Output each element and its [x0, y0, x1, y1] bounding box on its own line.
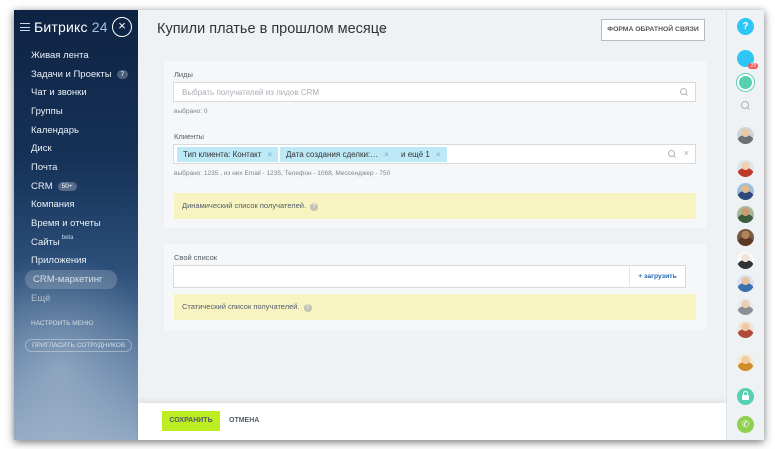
sidebar-menu: Живая лента Задачи и Проекты 7 Чат и звон… — [25, 46, 129, 308]
avatar[interactable] — [737, 354, 754, 371]
beta-label: beta — [61, 235, 74, 242]
right-bar: ? ✆ — [726, 10, 764, 440]
configure-menu-link[interactable]: настроить меню — [31, 320, 93, 327]
search-icon[interactable] — [667, 149, 677, 159]
sidebar-item-chat[interactable]: Чат и звонки — [31, 83, 128, 102]
filter-tag-deal-date[interactable]: Дата создания сделки:… × — [280, 147, 395, 162]
sidebar-item-groups[interactable]: Группы — [31, 102, 128, 121]
search-icon[interactable] — [679, 87, 689, 97]
filter-tag-client-type[interactable]: Тип клиента: Контакт × — [177, 147, 279, 162]
sidebar-item-label: Чат и звонки — [31, 87, 87, 99]
save-button[interactable]: Сохранить — [162, 411, 220, 431]
sidebar-item-tasks[interactable]: Задачи и Проекты 7 — [31, 65, 129, 84]
note-text: Динамический список получателей. — [182, 201, 307, 210]
clients-selected-count: выбрано: 1235 , из них Email - 1235, Тел… — [174, 170, 391, 177]
remove-tag-icon[interactable]: × — [384, 150, 389, 159]
open-lines-icon[interactable] — [737, 74, 754, 91]
leads-selected-count: выбрано: 0 — [174, 108, 208, 115]
edit-title-pencil-icon[interactable]: ✎ — [379, 25, 389, 35]
leads-selector-field[interactable]: Выбрать получателей из лидов CRM — [173, 82, 696, 102]
avatar[interactable] — [737, 127, 754, 144]
avatar[interactable] — [737, 252, 754, 269]
sidebar-item-time-reports[interactable]: Время и отчеты — [31, 214, 128, 233]
clients-label: Клиенты — [174, 132, 205, 141]
dynamic-list-note: Динамический список получателей.? — [174, 193, 696, 219]
help-hint-icon[interactable]: ? — [303, 304, 312, 312]
menu-burger-icon[interactable] — [20, 23, 30, 31]
upload-button[interactable]: + загрузить — [629, 266, 685, 288]
logo-row: Битрикс 24 — [20, 18, 108, 36]
left-sidebar: Битрикс 24 × Живая лента Задачи и Проекты… — [14, 10, 138, 440]
sidebar-item-company[interactable]: Компания — [31, 196, 128, 215]
tasks-counter-badge: 7 — [116, 69, 129, 79]
own-list-panel: Свой список + загрузить Статический спис… — [164, 244, 706, 330]
crm-counter-badge: 50+ — [57, 181, 77, 191]
filter-tag-more[interactable]: и ещё 1 × — [395, 147, 447, 162]
sidebar-item-label: Задачи и Проекты — [31, 68, 112, 80]
static-list-note: Статический список получателей.? — [174, 294, 696, 320]
remove-tag-icon[interactable]: × — [267, 150, 272, 159]
sidebar-item-mail[interactable]: Почта — [31, 158, 128, 177]
notifications-icon[interactable] — [737, 50, 758, 69]
app-window: Битрикс 24 × Живая лента Задачи и Проекты… — [14, 10, 764, 440]
sidebar-item-crm[interactable]: CRM 50+ — [31, 177, 128, 196]
own-list-label: Свой список — [174, 253, 218, 262]
logo-number: 24 — [91, 19, 108, 35]
search-icon[interactable] — [737, 98, 754, 115]
avatar[interactable] — [737, 321, 754, 338]
sidebar-item-label: Сайты — [31, 236, 60, 248]
phone-icon[interactable]: ✆ — [737, 416, 754, 433]
clients-selector-field[interactable]: Тип клиента: Контакт × Дата создания сдел… — [173, 144, 696, 164]
sidebar-item-label: CRM-маркетинг — [33, 274, 103, 286]
logo[interactable]: Битрикс 24 — [34, 19, 108, 35]
remove-tag-icon[interactable]: × — [436, 150, 441, 159]
avatar[interactable] — [737, 298, 754, 315]
tag-label: Тип клиента: Контакт — [183, 150, 262, 159]
avatar[interactable] — [737, 229, 754, 246]
page-title: Купили платье в прошлом месяце — [157, 21, 387, 37]
sidebar-item-label: Живая лента — [31, 49, 89, 61]
sidebar-item-label: Диск — [31, 143, 52, 155]
sidebar-item-feed[interactable]: Живая лента — [31, 46, 128, 65]
logo-name: Битрикс — [34, 19, 88, 35]
sidebar-item-label: Календарь — [31, 124, 79, 136]
sidebar-item-label: Время и отчеты — [31, 218, 101, 230]
invite-employees-button[interactable]: пригласить сотрудников — [25, 339, 133, 352]
help-icon[interactable]: ? — [737, 18, 754, 35]
sidebar-item-label: Ещё — [31, 292, 51, 304]
tag-label: Дата создания сделки:… — [286, 150, 379, 159]
sidebar-item-more[interactable]: Ещё — [31, 289, 128, 308]
leads-placeholder: Выбрать получателей из лидов CRM — [182, 88, 320, 97]
avatar[interactable] — [737, 183, 754, 200]
sidebar-item-label: Группы — [31, 105, 63, 117]
sidebar-item-label: Компания — [31, 199, 75, 211]
sidebar-item-label: Почта — [31, 161, 58, 173]
sidebar-item-sites[interactable]: Сайты beta — [31, 233, 128, 252]
sidebar-item-calendar[interactable]: Календарь — [31, 121, 128, 140]
tag-label: и ещё 1 — [401, 150, 430, 159]
lock-icon[interactable] — [737, 388, 754, 405]
avatar[interactable] — [737, 275, 754, 292]
recipients-panel: Лиды Выбрать получателей из лидов CRM вы… — [164, 61, 706, 228]
help-hint-icon[interactable]: ? — [310, 203, 319, 211]
own-list-field[interactable]: + загрузить — [173, 265, 686, 288]
sidebar-item-label: CRM — [31, 180, 53, 192]
leads-label: Лиды — [174, 70, 193, 79]
sidebar-item-disk[interactable]: Диск — [31, 139, 128, 158]
avatar[interactable] — [737, 206, 754, 223]
cancel-button[interactable]: Отмена — [229, 411, 259, 431]
main-content: Купили платье в прошлом месяце ✎ Форма о… — [138, 10, 726, 440]
note-text: Статический список получателей. — [182, 302, 300, 311]
sidebar-item-label: Приложения — [31, 255, 87, 267]
sidebar-item-apps[interactable]: Приложения — [31, 252, 128, 271]
feedback-form-button[interactable]: Форма обратной связи — [601, 19, 705, 41]
avatar[interactable] — [737, 160, 754, 177]
sidebar-item-crm-marketing[interactable]: CRM-маркетинг — [25, 270, 117, 289]
bottom-action-bar: Сохранить Отмена — [138, 402, 726, 440]
clear-selection-icon[interactable]: × — [684, 148, 689, 158]
close-slider-icon[interactable]: × — [112, 17, 132, 37]
